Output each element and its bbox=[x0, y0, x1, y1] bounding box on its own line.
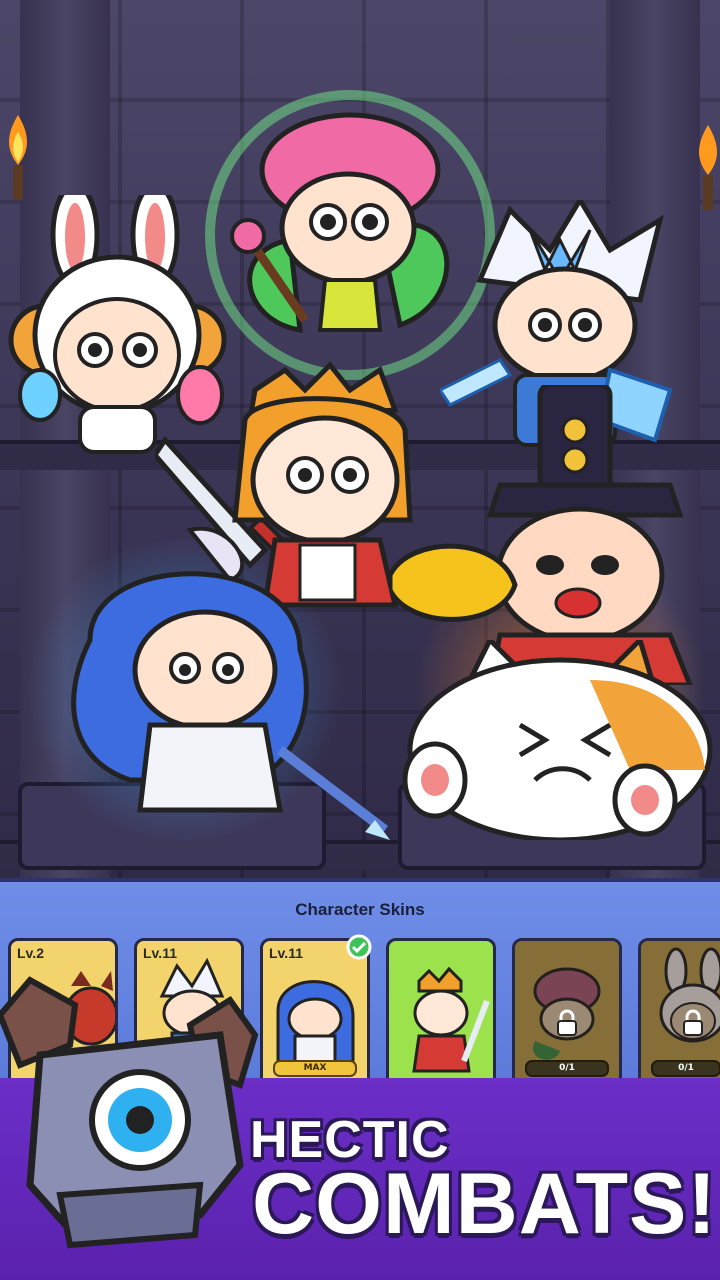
lock-icon bbox=[683, 1009, 703, 1036]
skin-progress-bar: 0/1 bbox=[525, 1060, 609, 1077]
calico-cat-pet bbox=[402, 640, 713, 840]
skin-card-4-current[interactable] bbox=[386, 938, 496, 1088]
skin-level: Lv.11 bbox=[143, 945, 177, 961]
skin-level: Lv.11 bbox=[269, 945, 303, 961]
flower-fairy-hero bbox=[230, 112, 450, 334]
crowned-knight-skin-portrait bbox=[412, 966, 490, 1073]
torch-left-icon bbox=[9, 115, 27, 200]
slogan-line-2: COMBATS! bbox=[252, 1156, 718, 1252]
skin-progress-bar: MAX bbox=[273, 1060, 357, 1077]
panel-title: Character Skins bbox=[295, 900, 425, 919]
cyclops-helmet-monster bbox=[0, 976, 259, 1249]
check-circle-icon bbox=[346, 934, 372, 960]
skin-card-3-selected[interactable]: Lv.11 MAX bbox=[260, 938, 370, 1088]
skin-progress-bar: 0/1 bbox=[651, 1060, 720, 1077]
lock-icon bbox=[557, 1009, 577, 1036]
sea-goddess-hero bbox=[71, 526, 390, 840]
skin-card-5-locked[interactable]: 0/1 bbox=[512, 938, 622, 1088]
battle-scene bbox=[0, 0, 720, 878]
skin-level: Lv.2 bbox=[17, 945, 44, 961]
torch-right-icon bbox=[699, 125, 717, 210]
skin-card-6-locked[interactable]: 0/1 bbox=[638, 938, 720, 1088]
